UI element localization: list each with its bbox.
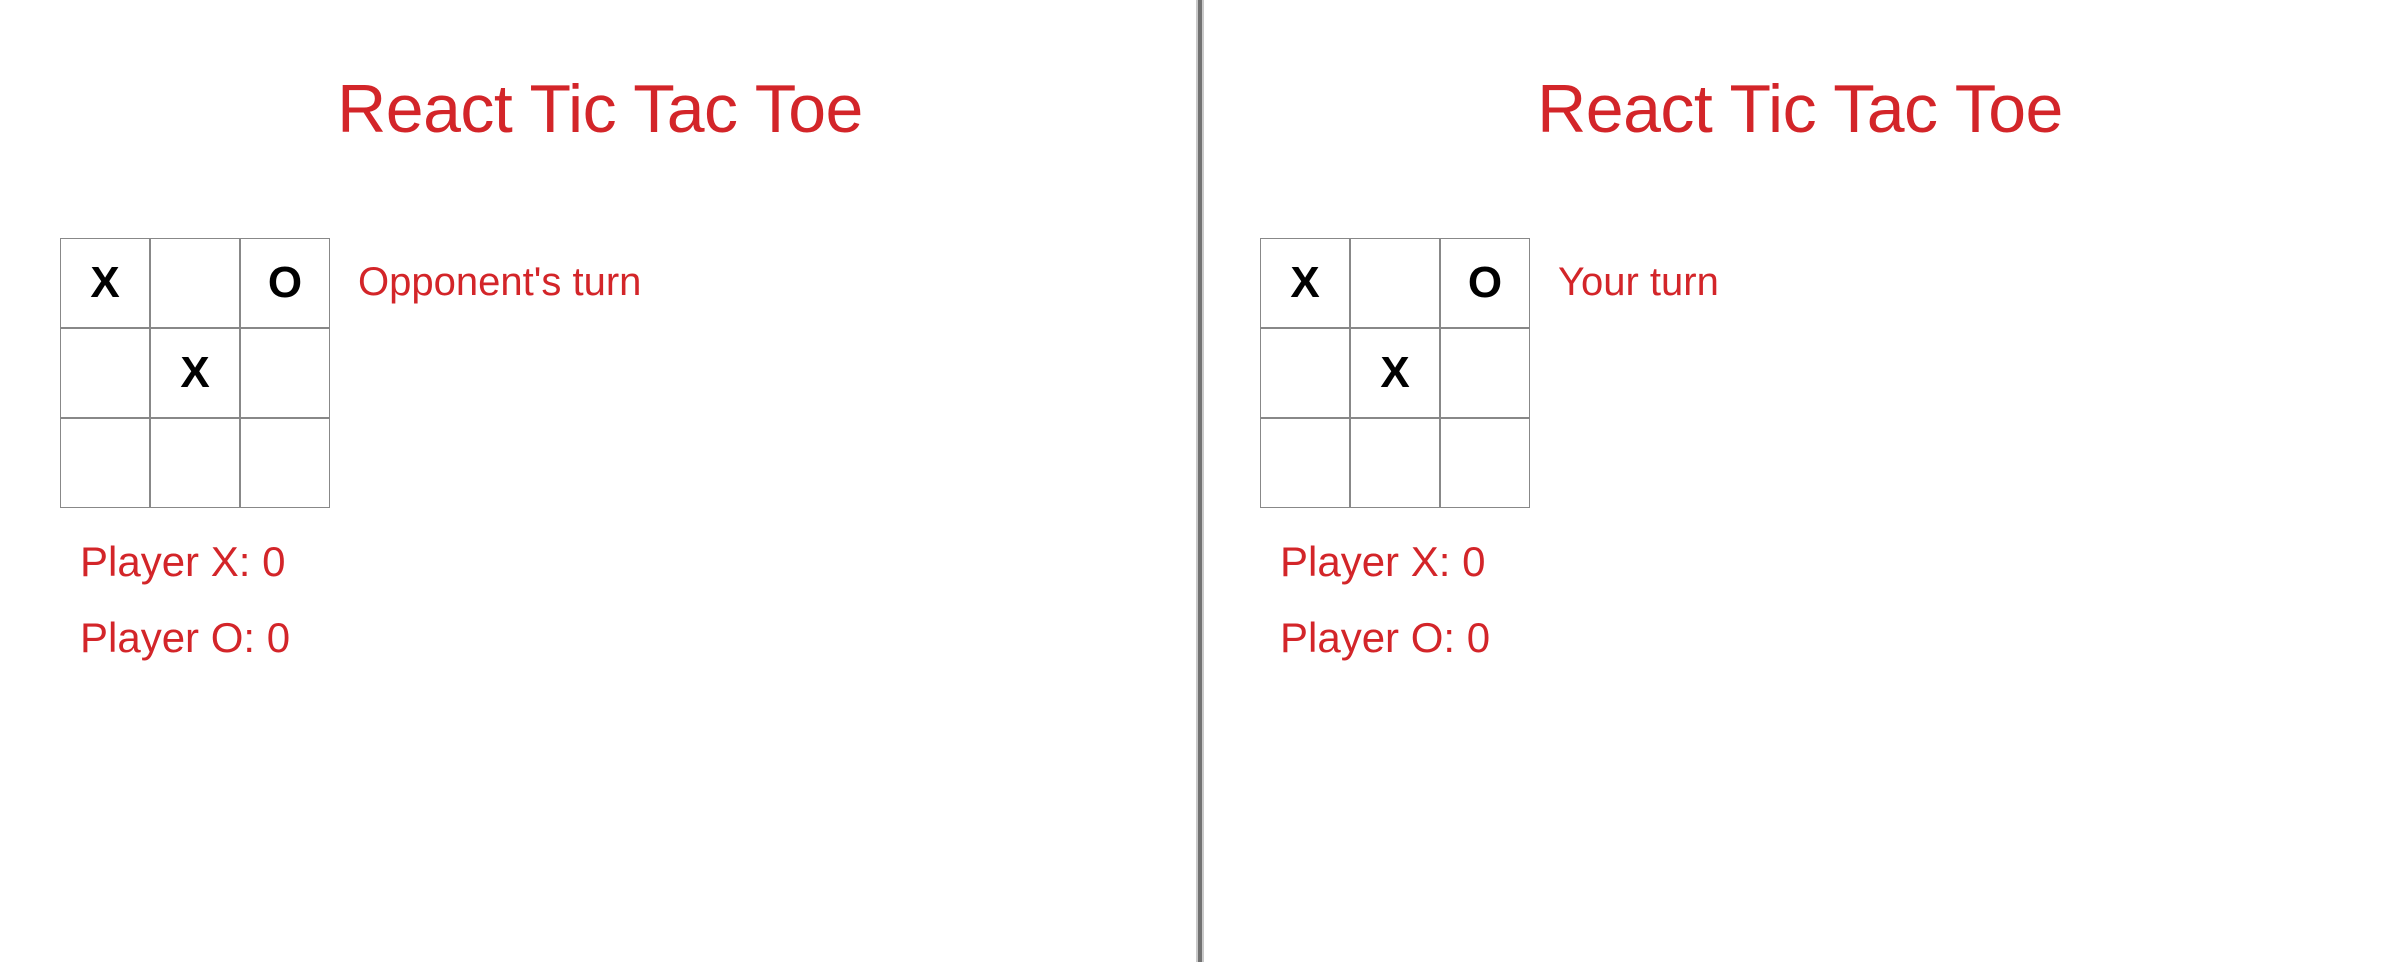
- cell-1-0[interactable]: [60, 328, 150, 418]
- cell-1-2[interactable]: [240, 328, 330, 418]
- cell-1-1[interactable]: X: [1350, 328, 1440, 418]
- cell-2-1[interactable]: [1350, 418, 1440, 508]
- score-player-o: Player O: 0: [80, 614, 1140, 662]
- board-row-1: X: [1260, 328, 1530, 418]
- game-area: X O X Opponent's turn: [60, 238, 1140, 508]
- board-row-0: X O: [60, 238, 330, 328]
- cell-2-2[interactable]: [1440, 418, 1530, 508]
- cell-1-1[interactable]: X: [150, 328, 240, 418]
- cell-1-2[interactable]: [1440, 328, 1530, 418]
- board-row-2: [60, 418, 330, 508]
- cell-0-2[interactable]: O: [240, 238, 330, 328]
- turn-status: Opponent's turn: [330, 238, 641, 305]
- cell-2-0[interactable]: [1260, 418, 1350, 508]
- cell-2-2[interactable]: [240, 418, 330, 508]
- score-player-o: Player O: 0: [1280, 614, 2340, 662]
- cell-0-2[interactable]: O: [1440, 238, 1530, 328]
- page-title: React Tic Tac Toe: [1260, 70, 2340, 148]
- cell-2-0[interactable]: [60, 418, 150, 508]
- game-area: X O X Your turn: [1260, 238, 2340, 508]
- board-row-1: X: [60, 328, 330, 418]
- tic-tac-toe-board: X O X: [1260, 238, 1530, 508]
- cell-0-1[interactable]: [150, 238, 240, 328]
- cell-0-1[interactable]: [1350, 238, 1440, 328]
- board-row-0: X O: [1260, 238, 1530, 328]
- turn-status: Your turn: [1530, 238, 1719, 305]
- score-player-x: Player X: 0: [80, 538, 1140, 586]
- cell-1-0[interactable]: [1260, 328, 1350, 418]
- scoreboard: Player X: 0 Player O: 0: [1280, 538, 2340, 662]
- cell-0-0[interactable]: X: [60, 238, 150, 328]
- tic-tac-toe-board: X O X: [60, 238, 330, 508]
- score-player-x: Player X: 0: [1280, 538, 2340, 586]
- scoreboard: Player X: 0 Player O: 0: [80, 538, 1140, 662]
- page-title: React Tic Tac Toe: [60, 70, 1140, 148]
- board-row-2: [1260, 418, 1530, 508]
- cell-2-1[interactable]: [150, 418, 240, 508]
- right-pane: React Tic Tac Toe X O X Your turn Player…: [1200, 0, 2400, 962]
- cell-0-0[interactable]: X: [1260, 238, 1350, 328]
- left-pane: React Tic Tac Toe X O X Opponent's turn …: [0, 0, 1200, 962]
